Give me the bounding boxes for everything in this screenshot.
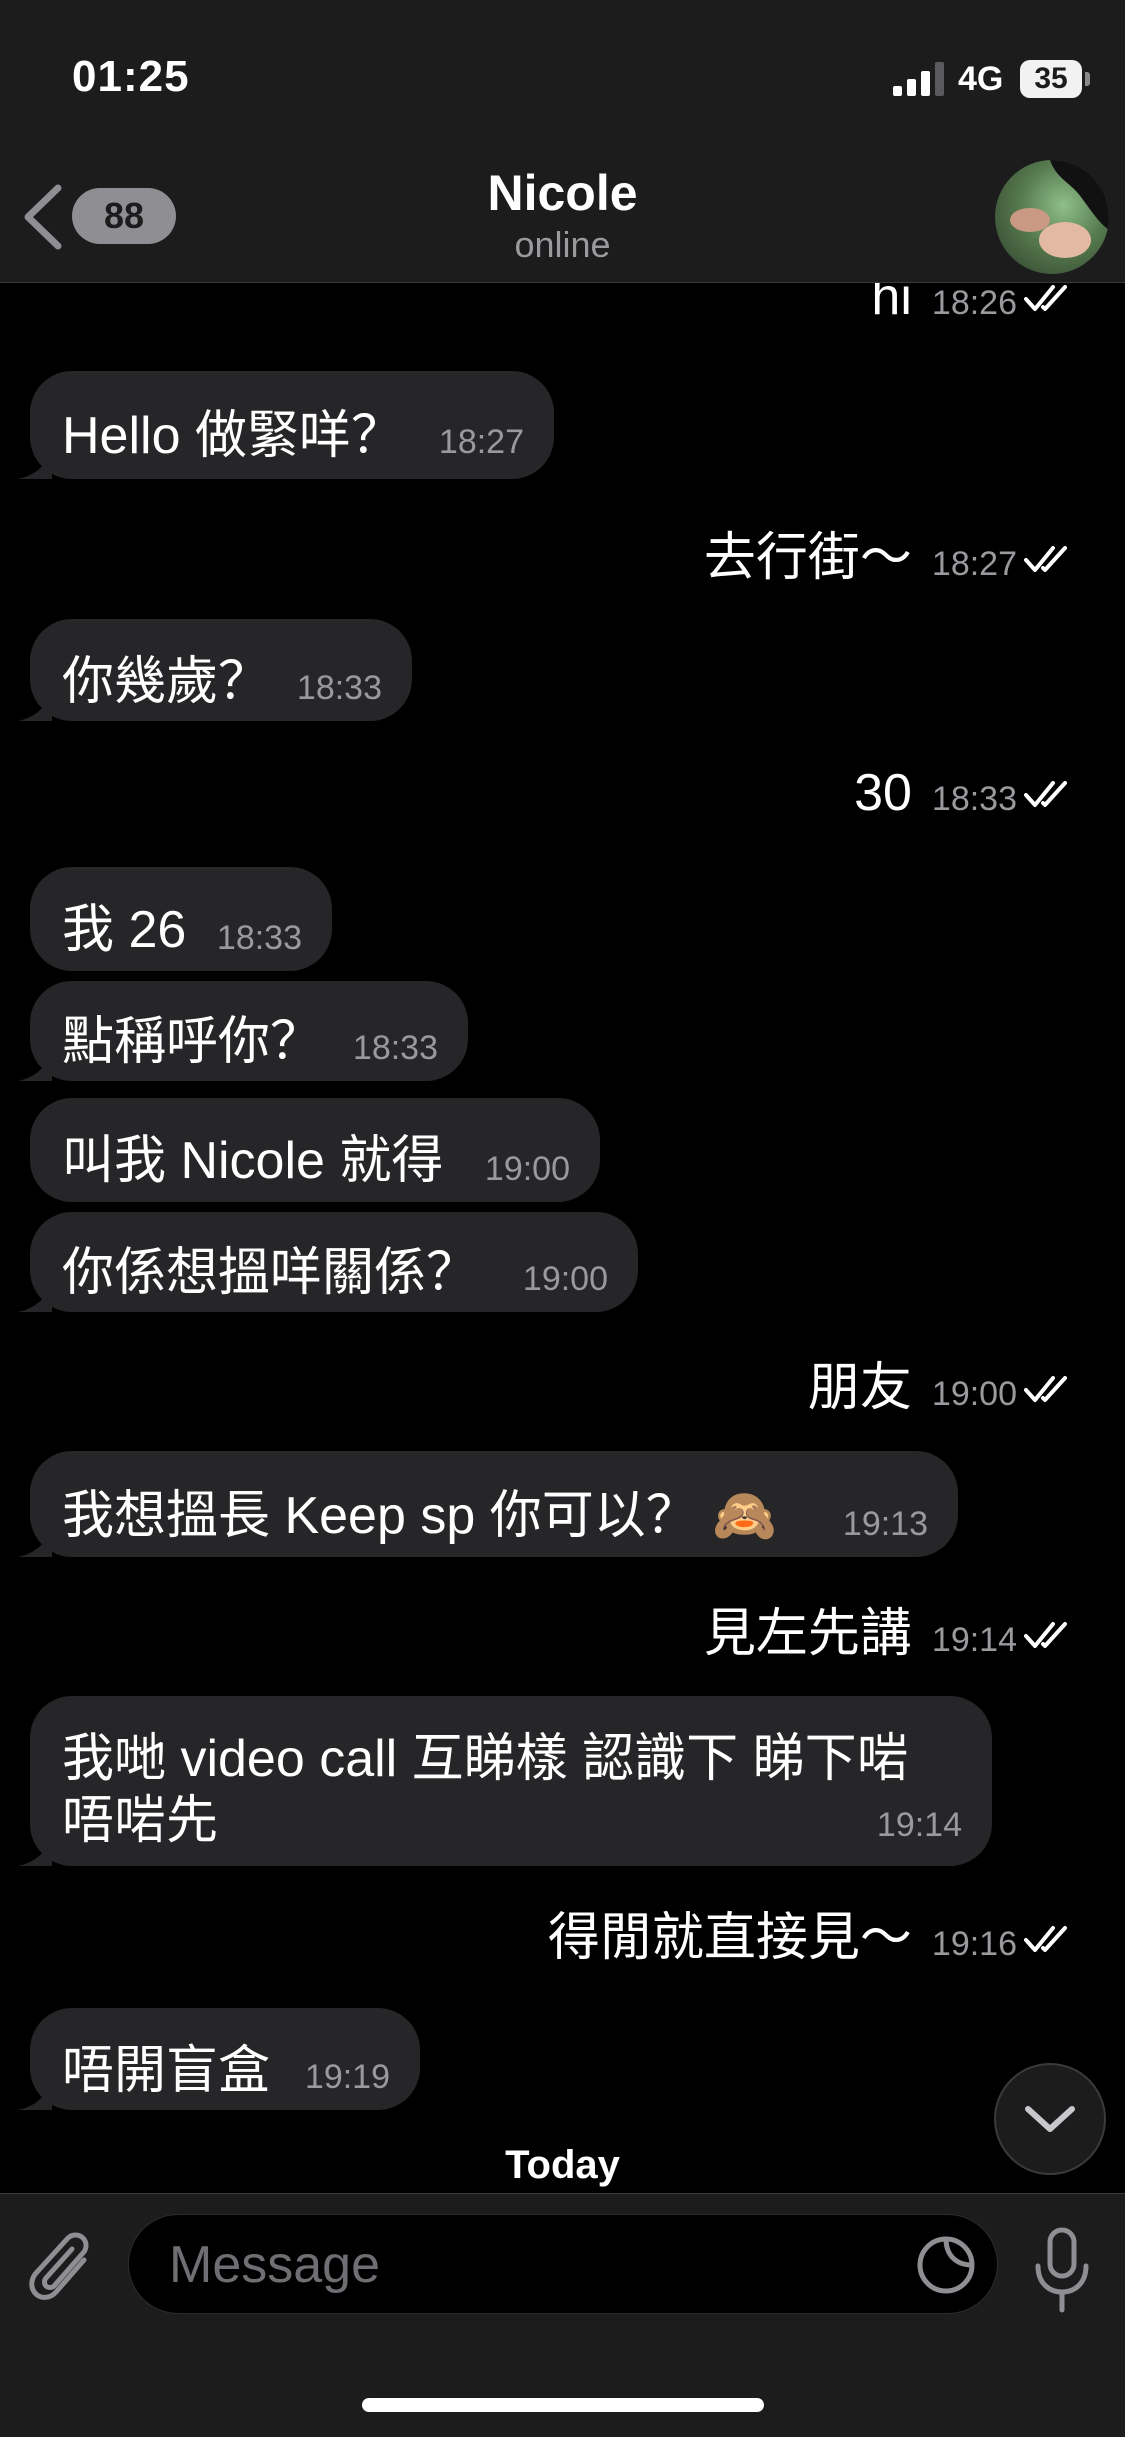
cellular-signal-icon — [893, 62, 944, 96]
double-check-icon — [1024, 285, 1067, 311]
bubble-tail — [18, 445, 52, 479]
bubble-tail — [18, 1523, 52, 1557]
status-time: 01:25 — [72, 52, 190, 101]
message-incoming[interactable]: 我想搵長 Keep sp 你可以？ 🙈 19:13 — [18, 1451, 958, 1557]
chat-header: 88 Nicole online — [0, 150, 1125, 283]
chevron-down-icon — [1025, 2106, 1075, 2132]
message-outgoing[interactable]: 朋友 19:00 — [808, 1345, 1073, 1420]
avatar-photo — [1010, 160, 1109, 258]
message-outgoing[interactable]: 去行街～ 18:27 — [704, 515, 1073, 590]
message-incoming[interactable]: 叫我 Nicole 就得 19:00 — [30, 1098, 600, 1202]
contact-name[interactable]: Nicole — [0, 164, 1125, 222]
message-input-container[interactable] — [128, 2214, 998, 2315]
double-check-icon — [1024, 546, 1067, 572]
message-input[interactable] — [167, 2215, 871, 2315]
avatar[interactable] — [995, 160, 1109, 274]
message-outgoing[interactable]: 見左先講 19:14 — [704, 1591, 1073, 1666]
bubble-tail — [18, 2076, 52, 2110]
message-incoming[interactable]: 你幾歲？ 18:33 — [18, 619, 412, 721]
double-check-icon — [1024, 781, 1067, 807]
message-incoming[interactable]: 唔開盲盒 19:19 — [18, 2008, 420, 2110]
paperclip-icon[interactable] — [28, 2230, 100, 2310]
bubble-tail — [18, 1832, 52, 1866]
message-incoming[interactable]: 你係想搵咩關係？ 19:00 — [18, 1212, 638, 1312]
message-outgoing[interactable]: 30 18:33 — [854, 763, 1073, 823]
message-outgoing[interactable]: hi 18:26 — [871, 283, 1073, 327]
message-incoming[interactable]: 我哋 video call 互睇樣 認識下 睇下啱 唔啱先 19:14 — [18, 1696, 992, 1866]
scroll-to-bottom-button[interactable] — [994, 2063, 1106, 2175]
message-incoming[interactable]: 點稱呼你？ 18:33 — [18, 981, 468, 1081]
network-type: 4G — [958, 60, 1004, 98]
message-list[interactable]: hi 18:26 Hello 做緊咩？ 18:27 去行街～ 18:27 你幾歲… — [0, 283, 1125, 2193]
message-incoming[interactable]: 我 26 18:33 — [30, 867, 332, 971]
status-bar: 01:25 4G 35 — [0, 0, 1125, 150]
sticker-icon[interactable] — [914, 2233, 978, 2297]
bubble-tail — [18, 1278, 52, 1312]
home-indicator[interactable] — [362, 2398, 764, 2412]
double-check-icon — [1024, 1926, 1067, 1952]
message-outgoing[interactable]: 得閒就直接見～ 19:16 — [548, 1895, 1073, 1970]
bubble-tail — [18, 687, 52, 721]
message-incoming[interactable]: Hello 做緊咩？ 18:27 — [18, 371, 554, 479]
double-check-icon — [1024, 1622, 1067, 1648]
date-divider: Today — [505, 2143, 620, 2187]
battery-icon — [1085, 72, 1090, 86]
double-check-icon — [1024, 1376, 1067, 1402]
microphone-icon[interactable] — [1030, 2226, 1094, 2314]
battery-level: 35 — [1020, 60, 1082, 98]
contact-status: online — [514, 224, 611, 265]
bubble-tail — [18, 1047, 52, 1081]
